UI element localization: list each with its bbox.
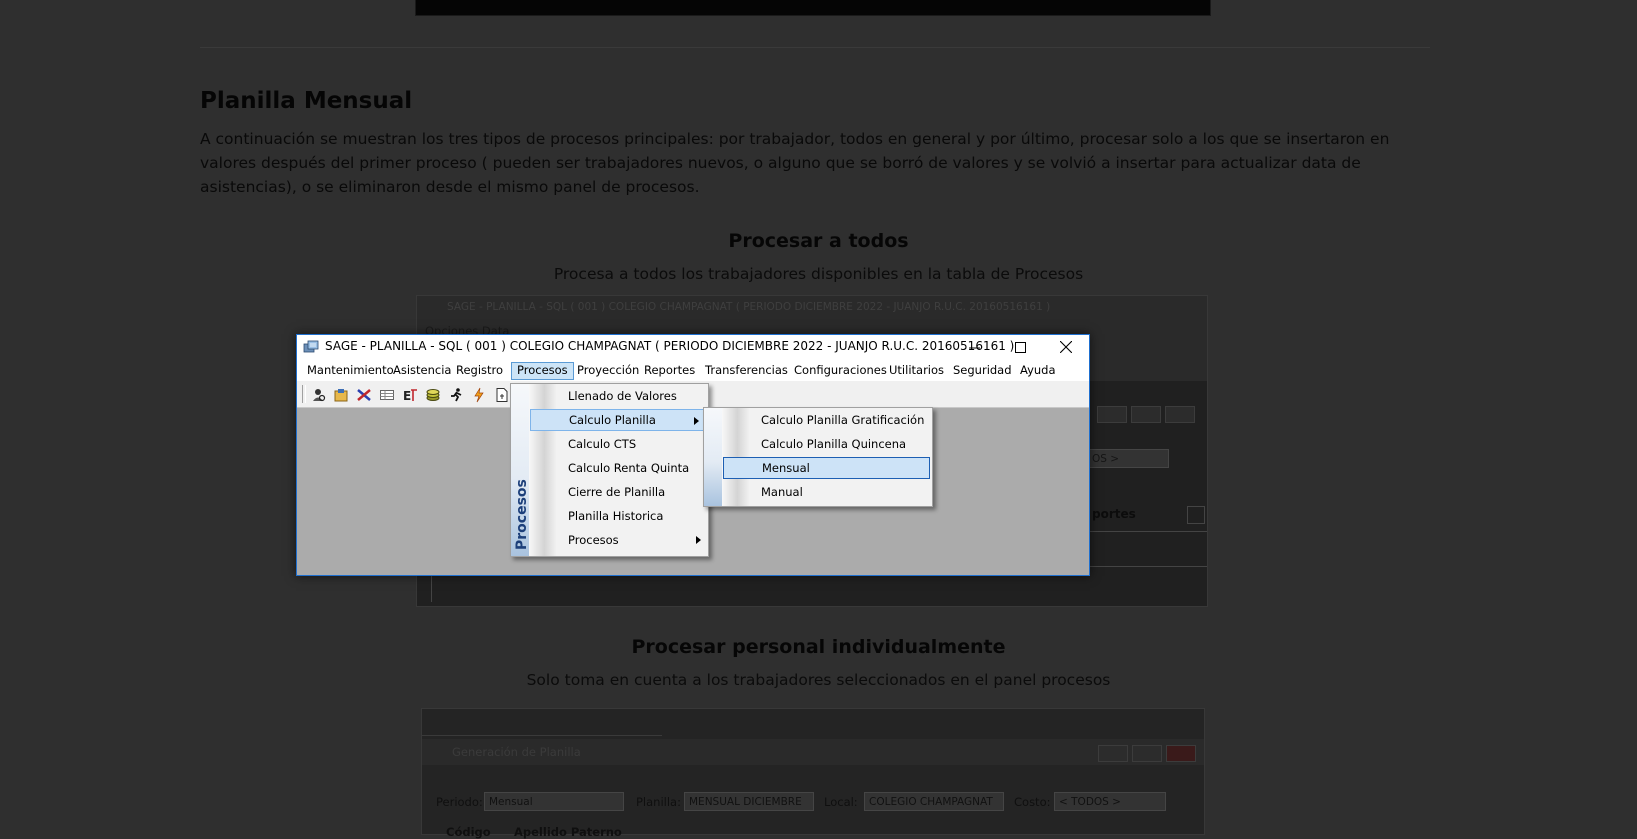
menu-proyeccion[interactable]: Proyección — [572, 362, 644, 380]
menu-ayuda[interactable]: Ayuda — [1015, 362, 1061, 380]
page-heading: Planilla Mensual — [200, 88, 413, 114]
bg-close-button — [1165, 406, 1195, 423]
box-icon[interactable] — [332, 386, 350, 403]
bg2-title: Generación de Planilla — [452, 745, 581, 759]
background-screenshot-2: Generación de Planilla Periodo: Mensual … — [421, 708, 1205, 839]
bg2-toolbar — [422, 709, 662, 736]
bg-grid-line — [1087, 531, 1207, 532]
section-title-all: Procesar a todos — [728, 230, 909, 252]
document-icon[interactable] — [493, 386, 511, 403]
bg2-local-label: Local: — [824, 795, 858, 809]
menu-mantenimiento[interactable]: Mantenimiento — [302, 362, 399, 380]
user-search-icon[interactable] — [309, 386, 327, 403]
bg-grid-icon — [1187, 506, 1205, 524]
window-title: SAGE - PLANILLA - SQL ( 001 ) COLEGIO CH… — [325, 339, 1015, 353]
menu-item-calculo-planilla[interactable]: Calculo Planilla — [530, 409, 706, 431]
bg2-periodo-label: Periodo: — [436, 795, 483, 809]
menu-utilitarios[interactable]: Utilitarios — [884, 362, 949, 380]
toolbar-grip — [302, 385, 306, 403]
menu-item-manual[interactable]: Manual — [723, 481, 928, 503]
menu-asistencia[interactable]: Asistencia — [388, 362, 456, 380]
submenu-arrow-icon — [696, 536, 701, 544]
minimize-icon — [968, 347, 980, 348]
bg-label: portes — [1092, 507, 1136, 521]
menu-configuraciones[interactable]: Configuraciones — [789, 362, 892, 380]
submenu-arrow-icon — [694, 417, 699, 425]
section-subtitle-individual: Solo toma en cuenta a los trabajadores s… — [526, 671, 1111, 689]
menu-item-renta-quinta[interactable]: Calculo Renta Quinta — [530, 457, 707, 479]
menu-item-planilla-historica[interactable]: Planilla Historica — [530, 505, 707, 527]
close-icon — [1060, 341, 1072, 353]
menu-item-quincena[interactable]: Calculo Planilla Quincena — [723, 433, 928, 455]
bg2-costo-select: < TODOS > — [1054, 792, 1166, 811]
title-bar[interactable]: SAGE - PLANILLA - SQL ( 001 ) COLEGIO CH… — [297, 335, 1089, 359]
bg2-local-select: COLEGIO CHAMPAGNAT — [864, 792, 1004, 811]
menu-seguridad[interactable]: Seguridad — [948, 362, 1017, 380]
submenu-side-banner — [704, 408, 724, 506]
coins-icon[interactable] — [424, 386, 442, 403]
app-icon — [303, 340, 319, 353]
calculo-planilla-submenu: Calculo Planilla Gratificación Calculo P… — [703, 407, 933, 507]
bg2-col-apellido: Apellido Paterno — [514, 825, 622, 839]
menu-item-llenado-valores[interactable]: Llenado de Valores — [530, 385, 707, 407]
menu-item-calculo-cts[interactable]: Calculo CTS — [530, 433, 707, 455]
maximize-icon — [1014, 341, 1026, 353]
menu-bar: Mantenimiento Asistencia Registro Proces… — [297, 359, 1089, 381]
bg2-planilla-select: MENSUAL DICIEMBRE — [684, 792, 814, 811]
section-subtitle-all: Procesa a todos los trabajadores disponi… — [553, 265, 1084, 283]
menu-item-mensual[interactable]: Mensual — [723, 457, 930, 479]
minimize-button[interactable] — [951, 335, 997, 359]
procesos-sub-label: Procesos — [568, 533, 619, 547]
close-button[interactable] — [1043, 335, 1089, 359]
cross-tools-icon[interactable] — [355, 386, 373, 403]
procesos-side-label-wrap: Procesos — [514, 479, 530, 550]
bg2-col-codigo: Código — [446, 825, 491, 839]
menu-item-gratificacion[interactable]: Calculo Planilla Gratificación — [723, 409, 928, 431]
menu-procesos[interactable]: Procesos — [511, 362, 574, 380]
menu-item-cierre-planilla[interactable]: Cierre de Planilla — [530, 481, 707, 503]
intro-paragraph: A continuación se muestran los tres tipo… — [200, 130, 1390, 196]
bg-combo: OS > — [1087, 449, 1169, 468]
section-title-individual: Procesar personal individualmente — [631, 636, 1006, 658]
procesos-side-banner: Procesos — [511, 384, 531, 556]
menu-registro[interactable]: Registro — [451, 362, 508, 380]
bg2-costo-label: Costo: — [1014, 795, 1051, 809]
grid-icon[interactable] — [378, 386, 396, 403]
procesos-dropdown: Procesos Llenado de Valores Calculo Plan… — [510, 383, 709, 557]
menu-item-procesos[interactable]: Procesos — [530, 529, 707, 551]
maximize-button[interactable] — [997, 335, 1043, 359]
fe-icon[interactable]: E — [401, 386, 419, 403]
bg2-periodo-select: Mensual — [484, 792, 624, 811]
bg2-max-button — [1132, 745, 1162, 762]
menu-transferencias[interactable]: Transferencias — [700, 362, 793, 380]
bg-minimize-button — [1097, 406, 1127, 423]
bg2-close-button — [1166, 745, 1196, 762]
bg2-min-button — [1098, 745, 1128, 762]
runner-icon[interactable] — [447, 386, 465, 403]
menu-reportes[interactable]: Reportes — [639, 362, 700, 380]
separator — [200, 47, 1430, 48]
bg-maximize-button — [1131, 406, 1161, 423]
video-frame-bottom — [415, 0, 1211, 16]
bg2-planilla-label: Planilla: — [636, 795, 681, 809]
calculo-planilla-label: Calculo Planilla — [569, 413, 656, 427]
background-window-title: SAGE - PLANILLA - SQL ( 001 ) COLEGIO CH… — [447, 301, 1051, 313]
procesos-side-label: Procesos — [514, 479, 530, 550]
svg-text:E: E — [403, 389, 411, 403]
lightning-icon[interactable] — [470, 386, 488, 403]
